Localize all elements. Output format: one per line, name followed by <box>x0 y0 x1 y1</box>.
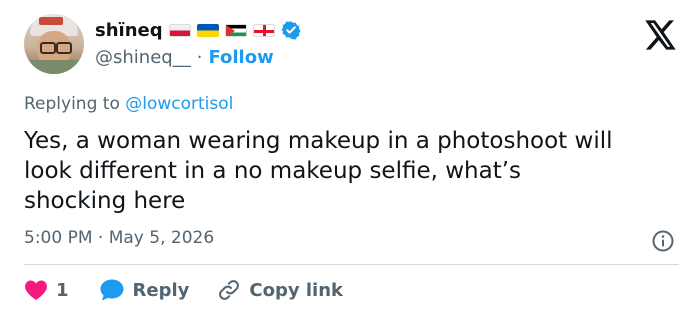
reply-context: Replying to @lowcortisol <box>24 94 233 114</box>
avatar-shirt <box>24 60 84 74</box>
heart-icon <box>25 280 47 300</box>
separator-dot: · <box>196 47 203 68</box>
reply-label: Reply <box>132 279 190 301</box>
author-handle-row: @shineq__ · Follow <box>95 47 274 68</box>
author-handle[interactable]: @shineq__ <box>95 47 191 68</box>
like-count: 1 <box>56 279 69 301</box>
avatar-glasses-right <box>56 42 72 54</box>
author-name-row: shïneq <box>95 17 301 43</box>
poland-flag-icon <box>168 23 191 37</box>
info-icon[interactable] <box>651 229 675 253</box>
post-timestamp[interactable]: 5:00 PM · May 5, 2026 <box>24 228 214 248</box>
divider <box>24 264 679 265</box>
reply-context-prefix: Replying to <box>24 94 126 114</box>
like-button[interactable]: 1 <box>24 279 69 301</box>
verified-badge-icon <box>281 21 301 40</box>
georgia-flag-icon <box>252 23 275 37</box>
copy-link-label: Copy link <box>249 279 343 301</box>
copy-link-button[interactable]: Copy link <box>217 278 343 302</box>
post-text: Yes, a woman wearing makeup in a photosh… <box>24 128 613 214</box>
palestine-flag-icon <box>224 23 247 37</box>
follow-button[interactable]: Follow <box>208 47 273 68</box>
reply-bubble-icon <box>100 279 124 301</box>
ukraine-flag-icon <box>196 23 219 37</box>
reply-button[interactable]: Reply <box>99 278 190 302</box>
avatar[interactable] <box>24 14 84 74</box>
reply-mention-link[interactable]: @lowcortisol <box>125 94 233 114</box>
link-icon <box>219 280 240 300</box>
author-display-name[interactable]: shïneq <box>95 20 163 41</box>
x-logo-icon[interactable] <box>645 20 677 50</box>
action-bar: 1 Reply Copy link <box>24 277 371 303</box>
avatar-glasses-left <box>40 42 56 54</box>
avatar-cap-band <box>39 17 63 25</box>
